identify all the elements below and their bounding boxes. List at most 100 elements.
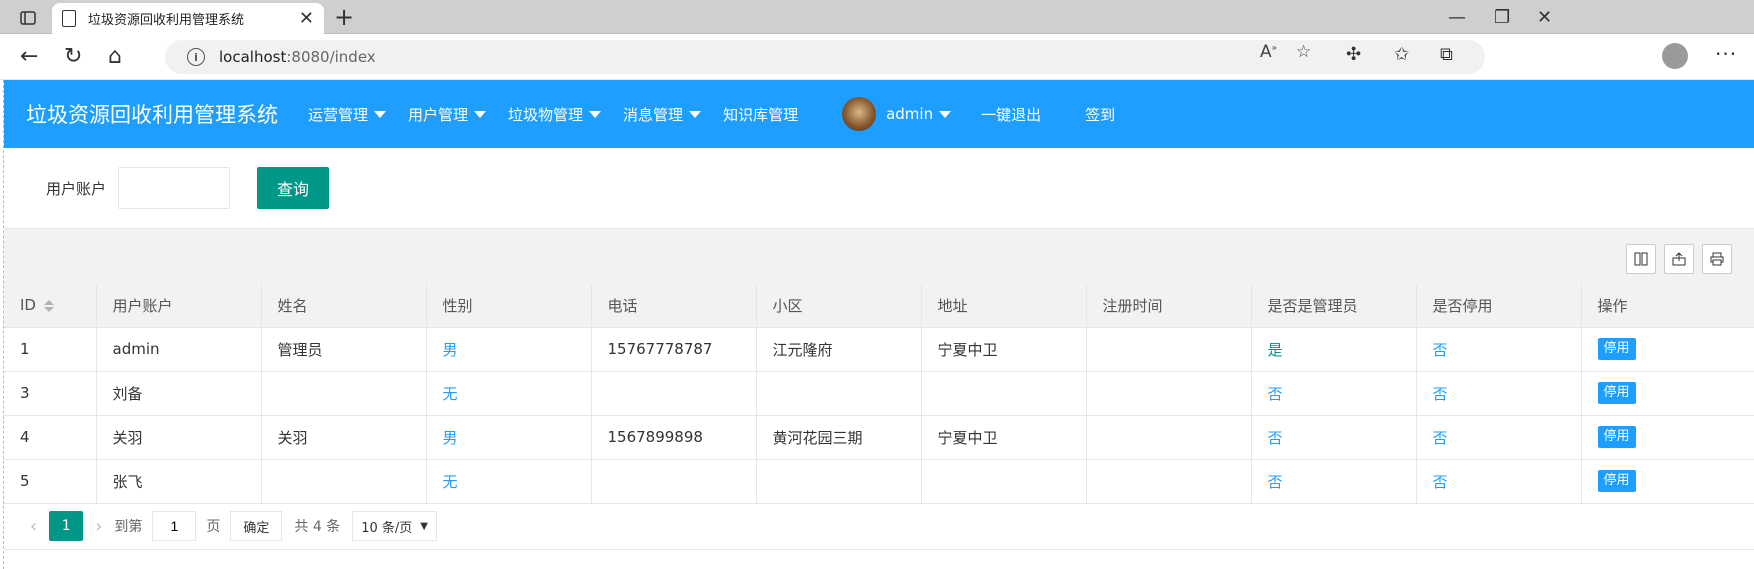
cell-account: 刘备 <box>96 371 262 416</box>
top-nav: 垃圾资源回收利用管理系统 运营管理 用户管理 垃圾物管理 消息管理 知识库管理 … <box>4 80 1754 148</box>
logout-link[interactable]: 一键退出 <box>981 104 1041 125</box>
url-text: localhost:8080/index <box>219 48 376 66</box>
restore-icon[interactable]: ❐ <box>1494 7 1510 28</box>
extensions-icon[interactable]: ✣ <box>1346 44 1361 65</box>
disable-button[interactable]: 停用 <box>1597 426 1636 448</box>
caret-down-icon <box>474 110 487 118</box>
disable-button[interactable]: 停用 <box>1597 470 1636 492</box>
columns-filter-icon[interactable] <box>1626 244 1656 274</box>
column-header-id[interactable]: ID <box>4 284 97 328</box>
browser-tab[interactable]: 垃圾资源回收利用管理系统 ✕ <box>52 3 324 34</box>
cell-community: 江元隆府 <box>756 327 922 372</box>
query-button[interactable]: 查询 <box>257 167 330 209</box>
tab-actions-icon[interactable] <box>10 6 46 30</box>
cell-reg-time <box>1086 371 1252 416</box>
cell-community <box>756 371 922 416</box>
nav-users[interactable]: 用户管理 <box>408 104 487 125</box>
column-header-gender: 性别 <box>426 284 592 328</box>
current-page[interactable]: 1 <box>49 511 84 541</box>
cell-account: 关羽 <box>96 415 262 460</box>
column-header-address: 地址 <box>921 284 1087 328</box>
cell-community <box>756 459 922 504</box>
nav-waste[interactable]: 垃圾物管理 <box>508 104 602 125</box>
more-icon[interactable]: ··· <box>1715 42 1737 66</box>
cell-disabled: 否 <box>1416 459 1582 504</box>
close-window-icon[interactable]: ✕ <box>1537 7 1552 28</box>
cell-actions: 停用 <box>1581 415 1754 460</box>
cell-address: 宁夏中卫 <box>921 327 1087 372</box>
url-path: :8080/index <box>286 48 376 66</box>
nav-operations[interactable]: 运营管理 <box>308 104 387 125</box>
username: admin <box>886 105 934 123</box>
refresh-icon[interactable]: ↻ <box>64 43 82 71</box>
nav-label: 垃圾物管理 <box>508 105 584 124</box>
collections-icon[interactable]: ⧉ <box>1440 44 1453 65</box>
cell-id: 3 <box>4 371 97 416</box>
close-tab-icon[interactable]: ✕ <box>299 8 314 29</box>
column-header-label: ID <box>20 296 36 315</box>
caret-down-icon <box>589 110 602 118</box>
caret-down-icon <box>689 110 702 118</box>
cell-is-admin: 否 <box>1251 371 1417 416</box>
nav-label: 知识库管理 <box>723 105 799 124</box>
nav-messages[interactable]: 消息管理 <box>623 104 702 125</box>
checkin-link[interactable]: 签到 <box>1085 104 1115 125</box>
column-header-actions: 操作 <box>1581 284 1754 328</box>
cell-gender: 无 <box>426 459 592 504</box>
print-icon[interactable] <box>1702 244 1732 274</box>
disable-button[interactable]: 停用 <box>1597 338 1636 360</box>
next-page-icon[interactable]: › <box>95 516 102 537</box>
table-row: 5 张飞 无 否 否 停用 <box>4 459 1754 504</box>
column-header-disabled: 是否停用 <box>1416 284 1582 328</box>
table-header-row: ID 用户账户 姓名 性别 电话 小区 地址 注册时间 是否是管理员 是否停用 … <box>4 284 1754 328</box>
column-header-community: 小区 <box>756 284 922 328</box>
cell-name: 关羽 <box>261 415 427 460</box>
cell-is-admin: 是 <box>1251 327 1417 372</box>
add-favorite-icon[interactable]: ☆ <box>1296 42 1311 62</box>
page-size-select[interactable]: 10 条/页 ▼ <box>352 511 437 541</box>
cell-is-admin: 否 <box>1251 459 1417 504</box>
caret-down-icon <box>374 110 387 118</box>
page-size-value: 10 条/页 <box>361 520 413 536</box>
cell-disabled: 否 <box>1416 327 1582 372</box>
cell-actions: 停用 <box>1581 371 1754 416</box>
user-avatar[interactable] <box>842 97 877 131</box>
caret-down-icon <box>939 110 952 118</box>
column-header-account: 用户账户 <box>96 284 262 328</box>
back-icon[interactable]: ← <box>20 43 38 71</box>
account-search-input[interactable] <box>118 167 231 209</box>
table-row: 3 刘备 无 否 否 停用 <box>4 371 1754 416</box>
cell-id: 1 <box>4 327 97 372</box>
favorites-icon[interactable]: ✩ <box>1394 44 1409 65</box>
user-menu[interactable]: admin <box>886 105 952 123</box>
site-info-icon[interactable]: i <box>187 48 205 66</box>
cell-gender: 男 <box>426 415 592 460</box>
search-label: 用户账户 <box>46 179 107 198</box>
goto-page-input[interactable] <box>152 511 197 541</box>
total-count: 共 4 条 <box>294 519 341 535</box>
profile-icon[interactable] <box>1662 43 1688 69</box>
sort-icon[interactable] <box>43 299 54 312</box>
url-host: localhost <box>219 48 287 66</box>
disable-button[interactable]: 停用 <box>1597 382 1636 404</box>
cell-account: admin <box>96 327 262 372</box>
nav-knowledge[interactable]: 知识库管理 <box>723 104 798 125</box>
prev-page-icon[interactable]: ‹ <box>30 516 37 537</box>
new-tab-icon[interactable]: + <box>334 5 354 29</box>
cell-gender: 男 <box>426 327 592 372</box>
cell-gender: 无 <box>426 371 592 416</box>
goto-label: 到第 <box>114 519 143 535</box>
cell-address <box>921 371 1087 416</box>
goto-confirm-button[interactable]: 确定 <box>230 511 283 541</box>
cell-disabled: 否 <box>1416 371 1582 416</box>
export-icon[interactable] <box>1664 244 1694 274</box>
cell-address <box>921 459 1087 504</box>
browser-tab-title: 垃圾资源回收利用管理系统 <box>88 13 245 28</box>
browser-tab-bar: 垃圾资源回收利用管理系统 ✕ + — ❐ ✕ <box>0 0 1754 34</box>
minimize-icon[interactable]: — <box>1448 7 1466 28</box>
url-field[interactable]: i localhost:8080/index <box>165 40 1485 74</box>
cell-id: 4 <box>4 415 97 460</box>
read-aloud-icon[interactable]: A» <box>1260 42 1277 62</box>
home-icon[interactable]: ⌂ <box>108 43 122 71</box>
cell-actions: 停用 <box>1581 459 1754 504</box>
